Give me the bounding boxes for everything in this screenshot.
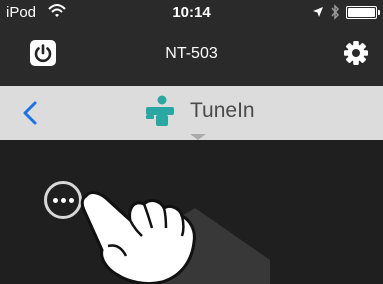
battery-fill <box>348 7 375 17</box>
tunein-logo-icon <box>146 95 174 126</box>
bluetooth-icon <box>331 4 340 20</box>
header-bar: NT-503 <box>0 28 383 86</box>
ellipsis-dot <box>52 197 58 203</box>
location-arrow-icon <box>313 7 323 17</box>
battery-cap <box>378 9 380 15</box>
source-selector[interactable]: TuneIn <box>144 95 255 127</box>
source-bar: TuneIn <box>0 86 383 140</box>
status-right-icons <box>306 4 380 20</box>
ellipsis-dot <box>60 197 66 203</box>
content-area <box>0 140 383 284</box>
battery-icon <box>346 5 380 19</box>
pointing-hand-icon <box>80 191 196 284</box>
source-name: TuneIn <box>190 99 255 122</box>
device-name: NT-503 <box>165 45 218 62</box>
chevron-left-icon[interactable] <box>20 100 40 126</box>
gear-icon[interactable] <box>342 39 370 67</box>
ellipsis-dot <box>68 197 74 203</box>
status-bar: iPod 10:14 <box>0 0 383 28</box>
more-options-button[interactable] <box>44 181 82 219</box>
